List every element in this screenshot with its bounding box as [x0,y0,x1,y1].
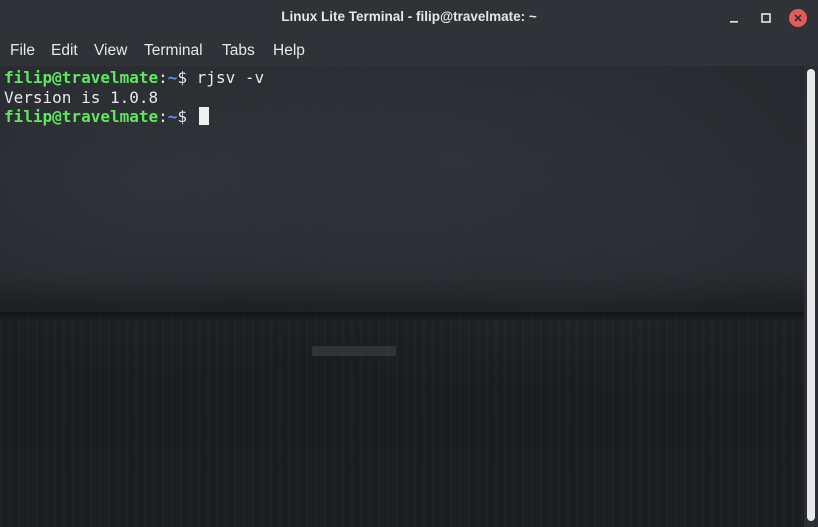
terminal-line: filip@travelmate:~$ [4,107,264,127]
menu-file[interactable]: File [10,42,35,60]
terminal-output: filip@travelmate:~$ rjsv -v Version is 1.… [4,68,264,127]
terminal-line: Version is 1.0.8 [4,88,264,108]
menu-tabs[interactable]: Tabs [222,42,255,60]
title-bar[interactable]: Linux Lite Terminal - filip@travelmate: … [0,0,818,36]
window-title: Linux Lite Terminal - filip@travelmate: … [281,9,537,24]
prompt-path: ~ [167,68,178,87]
background-boat [312,346,396,356]
vertical-scrollbar[interactable] [804,66,818,527]
prompt-symbol: $ [177,107,197,126]
menu-terminal[interactable]: Terminal [144,42,203,60]
prompt-user: filip@travelmate [4,68,159,87]
background-water [0,316,804,527]
terminal-area[interactable]: filip@travelmate:~$ rjsv -v Version is 1.… [0,66,804,527]
prompt-symbol: $ [177,68,197,87]
terminal-line: filip@travelmate:~$ rjsv -v [4,68,264,88]
close-button[interactable] [788,8,808,28]
terminal-window: Linux Lite Terminal - filip@travelmate: … [0,0,818,527]
menu-bar: File Edit View Terminal Tabs Help [0,36,818,66]
minimize-icon [730,21,738,23]
close-icon [794,14,802,22]
command-output: Version is 1.0.8 [4,87,159,107]
scrollbar-thumb[interactable] [807,69,815,521]
maximize-icon [761,13,771,23]
command-text: rjsv -v [196,68,265,87]
maximize-button[interactable] [756,8,776,28]
minimize-button[interactable] [724,8,744,28]
menu-edit[interactable]: Edit [51,42,78,60]
text-cursor [198,107,209,125]
prompt-user: filip@travelmate [4,107,159,126]
prompt-separator: : [158,68,168,87]
close-circle [789,9,807,27]
prompt-path: ~ [167,107,178,126]
menu-view[interactable]: View [94,42,127,60]
menu-help[interactable]: Help [273,42,305,60]
prompt-separator: : [158,107,168,126]
